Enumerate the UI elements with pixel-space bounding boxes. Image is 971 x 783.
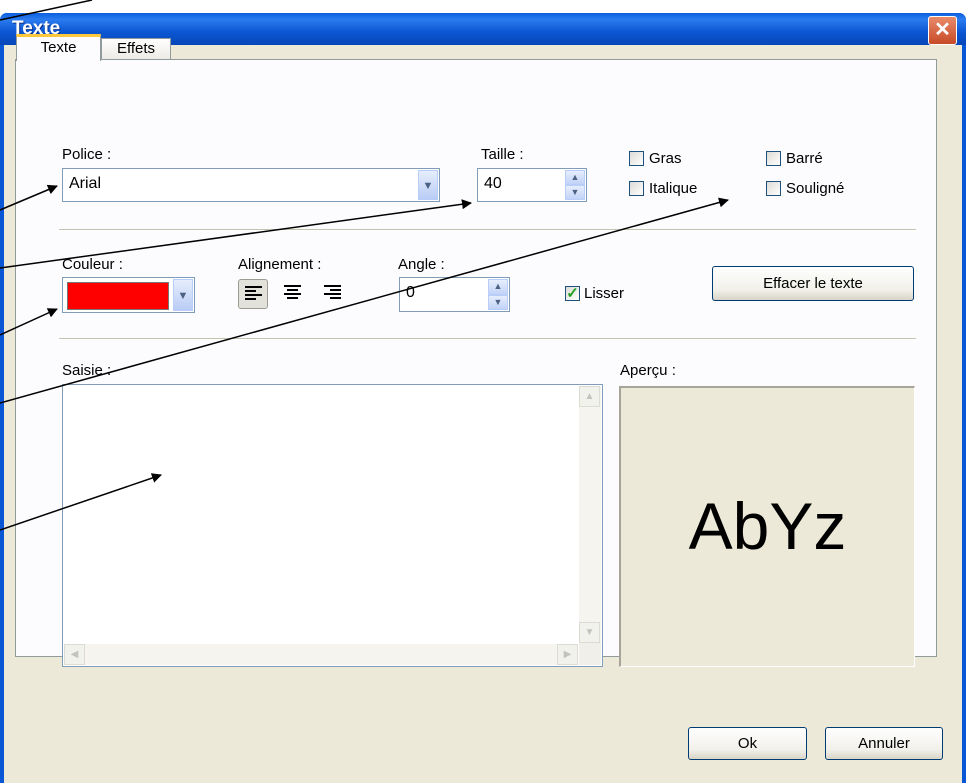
close-button[interactable]: ✕ [928,16,957,45]
scroll-up-icon[interactable]: ▲ [579,386,600,407]
input-label: Saisie : [62,362,112,379]
bold-label: Gras [649,150,682,167]
tab-effets[interactable]: Effets [101,38,171,60]
align-right-icon [324,285,341,299]
ok-button[interactable]: Ok [688,727,807,760]
align-center-button[interactable] [278,279,308,309]
scroll-right-icon[interactable]: ▶ [557,644,578,665]
angle-value: 0 [406,284,415,301]
chevron-down-icon[interactable]: ▼ [565,185,585,200]
preview-sample-text: AbYz [688,489,847,563]
chevron-down-icon[interactable]: ▼ [488,294,508,310]
check-icon: ✓ [566,285,579,302]
preview-box: AbYz [619,386,915,667]
align-left-button[interactable] [238,279,268,309]
horizontal-scrollbar[interactable]: ◀ ▶ [64,644,578,665]
color-select[interactable]: ▼ [62,277,195,313]
scrollbar-corner [579,643,601,665]
strikethrough-label: Barré [786,150,823,167]
alignment-label: Alignement : [238,256,322,273]
angle-label: Angle : [398,256,445,273]
italic-label: Italique [649,180,698,197]
close-icon: ✕ [934,19,951,41]
chevron-down-icon[interactable]: ▼ [173,279,193,311]
chevron-up-icon[interactable]: ▲ [565,170,585,185]
align-right-button[interactable] [318,279,348,309]
size-value: 40 [484,175,502,192]
align-left-icon [245,286,262,300]
scroll-left-icon[interactable]: ◀ [64,644,85,665]
italic-checkbox[interactable] [629,181,644,196]
preview-label: Aperçu : [620,362,676,379]
angle-spinner[interactable]: 0 ▲ ▼ [399,277,510,312]
color-swatch [67,282,169,310]
chevron-up-icon[interactable]: ▲ [488,279,508,295]
vertical-scrollbar[interactable]: ▲ ▼ [579,386,601,643]
cancel-button[interactable]: Annuler [825,727,943,760]
scroll-down-icon[interactable]: ▼ [579,622,600,643]
font-select[interactable]: Arial ▼ [62,168,440,202]
clear-text-button[interactable]: Effacer le texte [712,266,914,301]
color-label: Couleur : [62,256,123,273]
underline-label: Souligné [786,180,845,197]
strikethrough-checkbox[interactable] [766,151,781,166]
text-input-area[interactable]: ▲ ▼ ◀ ▶ [62,384,603,667]
chevron-down-icon[interactable]: ▼ [418,170,438,200]
separator [59,229,916,231]
font-label: Police : [62,146,112,163]
underline-checkbox[interactable] [766,181,781,196]
separator [59,338,916,340]
smooth-checkbox[interactable]: ✓ [565,286,580,301]
tab-texte[interactable]: Texte [16,34,101,61]
align-center-icon [284,285,301,299]
size-label: Taille : [481,146,524,163]
smooth-label: Lisser [584,285,625,302]
bold-checkbox[interactable] [629,151,644,166]
size-spinner[interactable]: 40 ▲ ▼ [477,168,587,202]
font-select-value: Arial [69,175,102,192]
